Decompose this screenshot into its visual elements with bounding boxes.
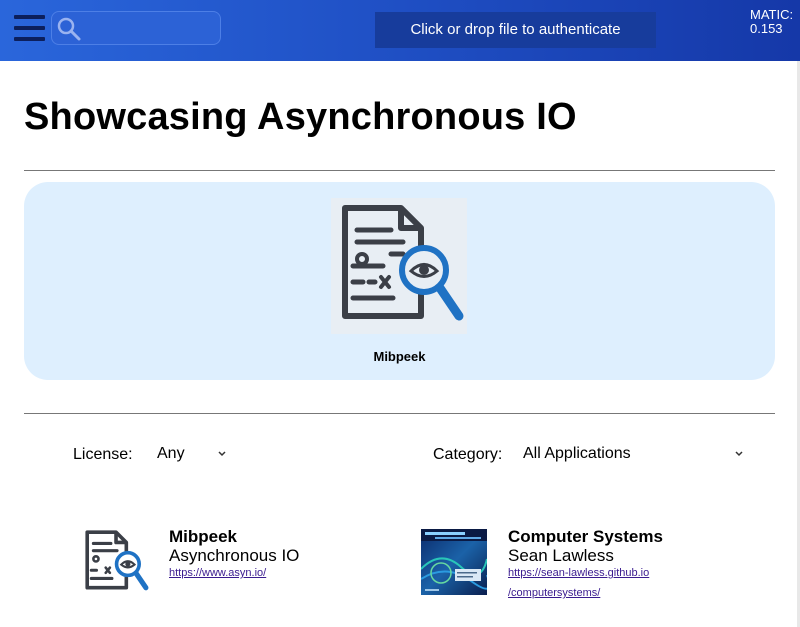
matic-balance: MATIC: 0.153 xyxy=(750,8,793,36)
app-link-line[interactable]: https://sean-lawless.github.io xyxy=(508,563,668,583)
chevron-down-icon[interactable] xyxy=(217,450,227,458)
featured-app-caption: Mibpeek xyxy=(373,349,426,364)
document-magnifier-icon xyxy=(331,198,467,334)
menu-icon-line xyxy=(14,26,45,30)
balance-value: 0.153 xyxy=(750,21,783,36)
page-title: Showcasing Asynchronous IO xyxy=(24,96,577,138)
category-select[interactable]: All Applications xyxy=(523,445,631,467)
license-label: License: xyxy=(73,446,133,463)
license-select[interactable]: Any xyxy=(157,445,185,467)
document-magnifier-icon[interactable] xyxy=(80,527,150,597)
balance-currency: MATIC: xyxy=(750,7,794,22)
app-name[interactable]: Mibpeek xyxy=(169,527,237,547)
top-bar: Click or drop file to authenticate MATIC… xyxy=(0,0,800,61)
menu-icon-line xyxy=(14,37,45,41)
chevron-down-icon[interactable] xyxy=(734,450,744,458)
app-name[interactable]: Computer Systems xyxy=(508,527,663,547)
menu-icon-line xyxy=(14,15,45,19)
app-link[interactable]: https://sean-lawless.github.io /computer… xyxy=(508,563,668,603)
category-label: Category: xyxy=(433,446,503,463)
search-input[interactable] xyxy=(86,16,218,42)
search-box[interactable] xyxy=(51,11,221,45)
menu-icon[interactable] xyxy=(14,15,45,41)
book-cover-thumbnail[interactable] xyxy=(421,529,487,595)
search-icon xyxy=(57,17,81,41)
divider xyxy=(24,413,775,414)
authenticate-button[interactable]: Click or drop file to authenticate xyxy=(375,12,656,48)
featured-app-card[interactable]: Mibpeek xyxy=(24,182,775,380)
divider xyxy=(24,170,775,171)
app-link-line[interactable]: /computersystems/ xyxy=(508,583,668,603)
app-link[interactable]: https://www.asyn.io/ xyxy=(169,563,329,583)
